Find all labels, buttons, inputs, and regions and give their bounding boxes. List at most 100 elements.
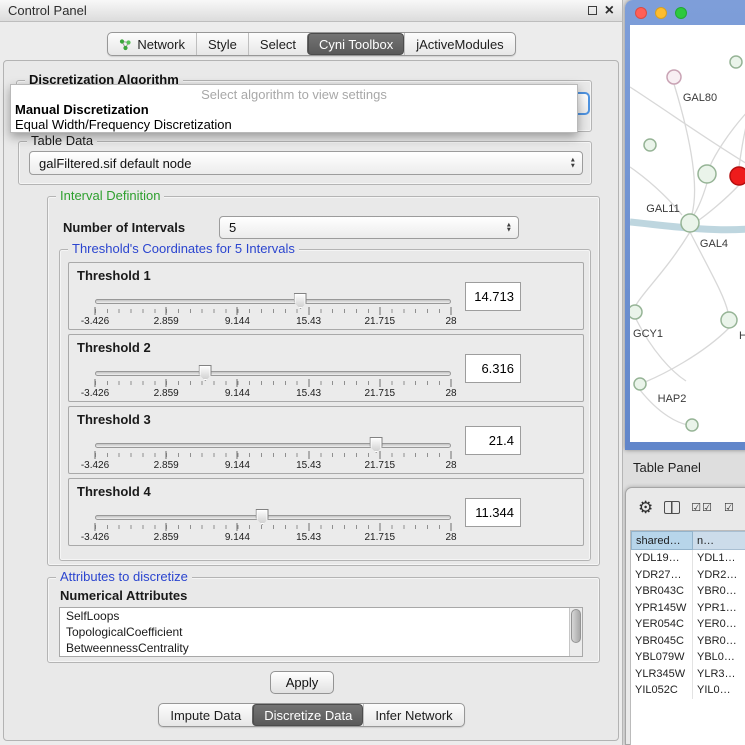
network-node[interactable] (698, 165, 716, 183)
slider-major-tick (95, 307, 96, 315)
table-header-shared[interactable]: shared… (631, 531, 693, 550)
tab-discretize-data-label: Discretize Data (264, 708, 352, 723)
table-cell: YER0… (693, 616, 745, 633)
table-cell: YBR0… (693, 633, 745, 650)
slider-thumb[interactable] (256, 509, 269, 525)
tab-impute-data[interactable]: Impute Data (159, 704, 252, 726)
float-window-icon[interactable] (588, 6, 597, 15)
tab-style[interactable]: Style (196, 33, 248, 55)
close-window-icon[interactable]: × (605, 5, 614, 17)
attribute-list-item[interactable]: BetweennessCentrality (60, 640, 582, 656)
node-table-body: YDL19…YDL1…YDR27…YDR2…YBR043CYBR0…YPR145… (631, 550, 745, 699)
slider-major-tick (379, 379, 380, 387)
network-node[interactable] (667, 70, 681, 84)
attribute-list-item[interactable]: TopologicalCoefficient (60, 624, 582, 640)
attribute-list-item[interactable]: SelfLoops (60, 608, 582, 624)
slider-thumb[interactable] (199, 365, 212, 381)
slider-ticks (95, 309, 451, 313)
select-checkboxes-icon[interactable]: ☑☑ (691, 501, 713, 514)
number-of-intervals-combobox[interactable]: 5 ▲▼ (219, 216, 519, 239)
thresholds-group: Threshold's Coordinates for 5 Intervals … (59, 249, 591, 561)
network-node[interactable] (644, 139, 656, 151)
threshold-1-slider[interactable]: -3.4262.8599.14415.4321.71528 (95, 293, 451, 327)
table-cell: YDR2… (693, 567, 745, 584)
slider-track[interactable] (95, 371, 451, 376)
network-node[interactable] (730, 167, 745, 185)
table-row[interactable]: YBR045CYBR0… (631, 633, 745, 650)
dropdown-option-manual-discretization[interactable]: Manual Discretization (11, 102, 577, 117)
threshold-4-panel: Threshold 4 -3.4262.8599.14415.4321.7152… (68, 478, 584, 546)
dropdown-option-equal-width-frequency[interactable]: Equal Width/Frequency Discretization (11, 117, 577, 132)
slider-scale-label: 15.43 (296, 316, 321, 327)
table-row[interactable]: YDL19…YDL1… (631, 550, 745, 567)
node-table[interactable]: shared… n… YDL19…YDL1…YDR27…YDR2…YBR043C… (630, 530, 745, 745)
table-cell: YPR1… (693, 600, 745, 617)
dropdown-placeholder-option[interactable]: Select algorithm to view settings (11, 87, 577, 102)
network-node-label: HAP2 (658, 393, 687, 405)
minimize-traffic-icon[interactable] (655, 7, 667, 19)
threshold-3-value-field[interactable]: 21.4 (465, 426, 521, 455)
tab-network[interactable]: Network (108, 33, 196, 55)
apply-button[interactable]: Apply (270, 671, 334, 694)
bottom-tabbar: Impute Data Discretize Data Infer Networ… (0, 703, 623, 727)
table-data-combobox[interactable]: galFiltered.sif default node ▲▼ (29, 151, 583, 175)
network-node[interactable] (721, 312, 737, 328)
slider-scale-label: 9.144 (225, 532, 250, 543)
table-row[interactable]: YDR27…YDR2… (631, 567, 745, 584)
list-scrollbar-thumb[interactable] (571, 609, 581, 643)
threshold-2-panel: Threshold 2 -3.4262.8599.14415.4321.7152… (68, 334, 584, 402)
slider-scale-label: -3.426 (81, 316, 109, 327)
slider-scale-label: 21.715 (365, 316, 396, 327)
network-node[interactable] (686, 419, 698, 431)
threshold-3-label: Threshold 3 (77, 412, 151, 427)
table-row[interactable]: YBL079WYBL0… (631, 649, 745, 666)
table-header-name[interactable]: n… (693, 531, 745, 550)
network-node[interactable] (681, 214, 699, 232)
threshold-2-value-field[interactable]: 6.316 (465, 354, 521, 383)
numerical-attributes-listbox[interactable]: SelfLoopsTopologicalCoefficientBetweenne… (59, 607, 583, 657)
slider-track[interactable] (95, 515, 451, 520)
threshold-4-value-field[interactable]: 11.344 (465, 498, 521, 527)
zoom-traffic-icon[interactable] (675, 7, 687, 19)
slider-scale-labels: -3.4262.8599.14415.4321.71528 (95, 459, 451, 471)
close-traffic-icon[interactable] (635, 7, 647, 19)
table-row[interactable]: YLR345WYLR3… (631, 666, 745, 683)
slider-track[interactable] (95, 443, 451, 448)
network-node[interactable] (634, 378, 646, 390)
tab-discretize-data[interactable]: Discretize Data (252, 704, 363, 726)
threshold-4-slider[interactable]: -3.4262.8599.14415.4321.71528 (95, 509, 451, 543)
slider-major-tick (166, 451, 167, 459)
threshold-3-slider[interactable]: -3.4262.8599.14415.4321.71528 (95, 437, 451, 471)
tab-jactivemodules-label: jActiveModules (416, 37, 503, 52)
network-canvas[interactable]: GAL80GAL11GAL4GCY1HHAP2 (630, 25, 745, 442)
tab-infer-network[interactable]: Infer Network (363, 704, 463, 726)
slider-track[interactable] (95, 299, 451, 304)
columns-icon[interactable] (664, 501, 680, 514)
table-cell: YBL079W (631, 649, 693, 666)
gear-icon[interactable]: ⚙ (638, 499, 653, 516)
network-node[interactable] (730, 56, 742, 68)
table-row[interactable]: YPR145WYPR1… (631, 600, 745, 617)
slider-scale-label: -3.426 (81, 532, 109, 543)
interval-definition-group: Interval Definition Number of Intervals … (47, 196, 600, 566)
slider-scale-label: 9.144 (225, 316, 250, 327)
table-row[interactable]: YIL052CYIL0… (631, 682, 745, 699)
control-panel-window: Control Panel × Network (0, 0, 623, 745)
tab-select[interactable]: Select (248, 33, 307, 55)
network-node[interactable] (630, 305, 642, 319)
list-scrollbar[interactable] (569, 608, 582, 656)
threshold-1-value-field[interactable]: 14.713 (465, 282, 521, 311)
tab-jactivemodules[interactable]: jActiveModules (404, 33, 514, 55)
table-cell: YBR045C (631, 633, 693, 650)
slider-major-tick (308, 307, 309, 315)
select-checkboxes-icon-2[interactable]: ☑ (724, 501, 735, 514)
screen: GAL80GAL11GAL4GCY1HHAP2 Table Panel ⚙ ☑☑… (0, 0, 745, 745)
network-node-label: GAL80 (683, 92, 717, 104)
slider-thumb[interactable] (294, 293, 307, 309)
table-row[interactable]: YBR043CYBR0… (631, 583, 745, 600)
combobox-arrows-icon: ▲▼ (570, 158, 576, 169)
tab-cyni-toolbox[interactable]: Cyni Toolbox (307, 33, 404, 55)
slider-thumb[interactable] (370, 437, 383, 453)
table-row[interactable]: YER054CYER0… (631, 616, 745, 633)
threshold-2-slider[interactable]: -3.4262.8599.14415.4321.71528 (95, 365, 451, 399)
